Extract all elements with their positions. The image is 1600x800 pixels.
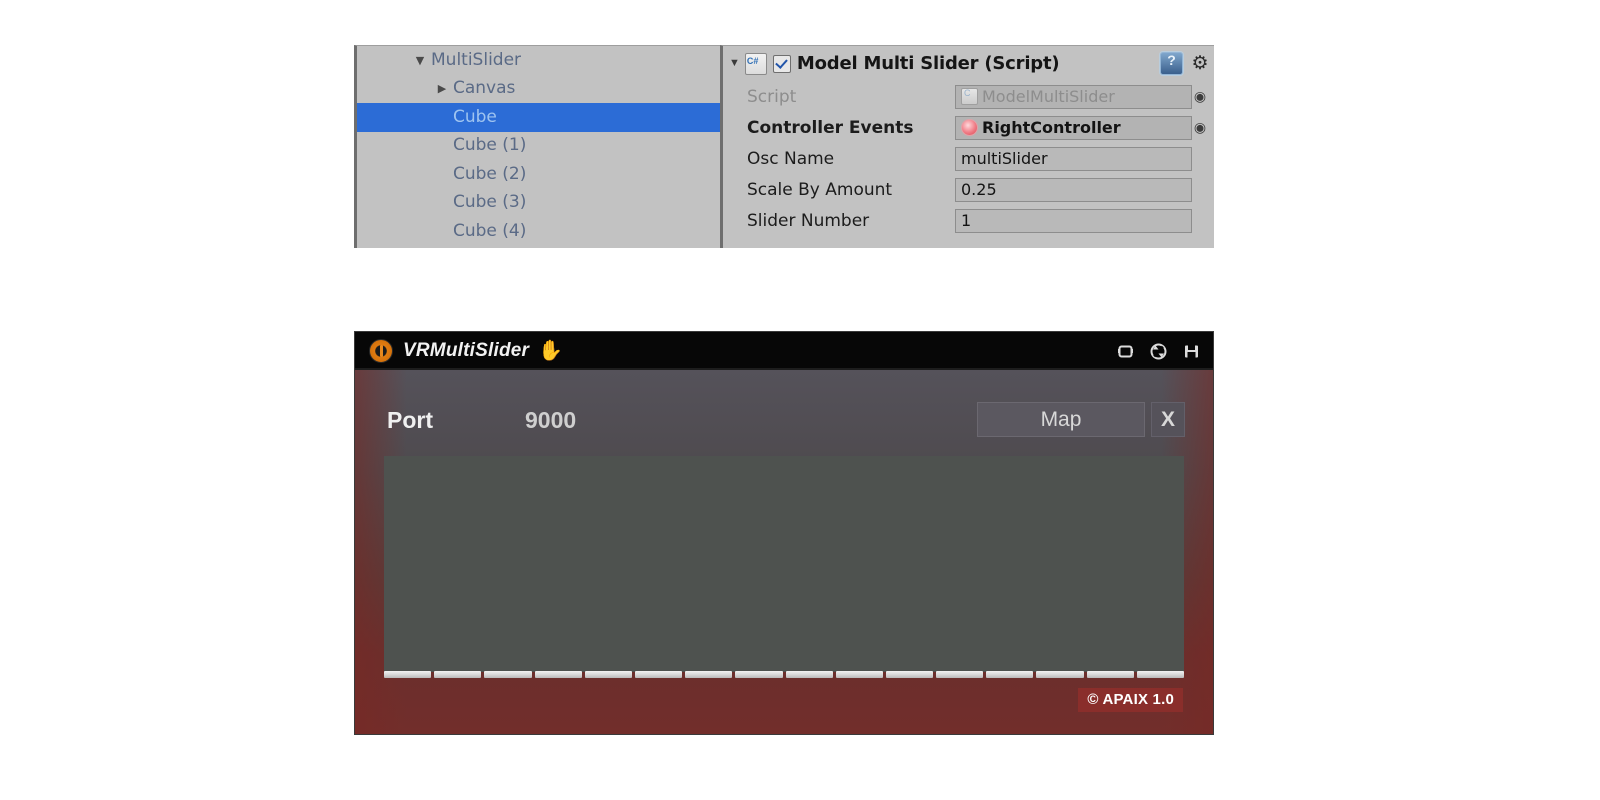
hierarchy-item-canvas[interactable]: ▶ Canvas — [357, 75, 720, 104]
titlebar-icons — [1116, 342, 1201, 361]
slider-segment[interactable] — [1086, 671, 1134, 678]
hierarchy-item-label: Cube (3) — [453, 192, 527, 213]
hierarchy-item-label: MultiSlider — [431, 49, 522, 70]
property-label: Controller Events — [747, 117, 914, 138]
slider-track[interactable] — [384, 671, 1184, 678]
slider-segment[interactable] — [936, 671, 984, 678]
property-value: 1 — [961, 211, 972, 230]
controller-events-object-field[interactable]: RightController — [955, 115, 1192, 140]
hierarchy-item-label: Cube (1) — [453, 135, 527, 156]
scale-by-amount-input[interactable]: 0.25 — [955, 177, 1192, 202]
port-value[interactable]: 9000 — [525, 407, 576, 434]
map-button[interactable]: Map — [977, 402, 1145, 437]
slider-number-input[interactable]: 1 — [955, 208, 1192, 233]
hierarchy-item-cube-1[interactable]: Cube (1) — [357, 132, 720, 161]
slider-segment[interactable] — [434, 671, 482, 678]
property-row-script: Script ModelMultiSlider ◉ — [723, 81, 1214, 112]
slider-segment[interactable] — [685, 671, 733, 678]
slider-segment[interactable] — [735, 671, 783, 678]
slider-segment[interactable] — [484, 671, 532, 678]
hierarchy-panel: ▼ MultiSlider ▶ Canvas Cube Cube (1) Cub… — [354, 45, 720, 248]
script-asset-icon — [961, 88, 978, 105]
hierarchy-item-multislider[interactable]: ▼ MultiSlider — [357, 46, 720, 75]
slider-segment[interactable] — [885, 671, 934, 678]
property-value: 0.25 — [961, 180, 997, 199]
slider-canvas[interactable] — [384, 456, 1184, 672]
slider-segment[interactable] — [835, 671, 883, 678]
close-button[interactable]: X — [1151, 402, 1185, 437]
hierarchy-item-label: Cube (4) — [453, 220, 527, 241]
hierarchy-item-label: Canvas — [453, 78, 516, 99]
osc-name-input[interactable]: multiSlider — [955, 146, 1192, 171]
slider-segment[interactable] — [986, 671, 1034, 678]
prefab-icon — [961, 119, 978, 136]
property-value: RightController — [982, 118, 1121, 137]
vrmultislider-window: VRMultiSlider ✋ Port 9000 Map X © APAIX … — [354, 331, 1214, 735]
property-row-slider-number: Slider Number 1 — [723, 205, 1214, 236]
component-header: ▼ Model Multi Slider (Script) ⚙ — [723, 46, 1214, 81]
hierarchy-item-cube-4[interactable]: Cube (4) — [357, 217, 720, 246]
help-icon[interactable] — [1160, 52, 1183, 75]
property-label: Slider Number — [747, 210, 870, 231]
component-enabled-checkbox[interactable] — [772, 54, 791, 73]
unity-editor-block: ▼ MultiSlider ▶ Canvas Cube Cube (1) Cub… — [354, 45, 1214, 248]
property-row-controller-events: Controller Events RightController ◉ — [723, 112, 1214, 143]
gear-icon[interactable]: ⚙ — [1190, 53, 1210, 74]
save-icon[interactable] — [1182, 342, 1201, 361]
property-label: Script — [747, 86, 797, 107]
slider-segment[interactable] — [785, 671, 833, 678]
port-label: Port — [387, 406, 433, 433]
window-title: VRMultiSlider — [403, 340, 530, 361]
property-row-scale-by-amount: Scale By Amount 0.25 — [723, 174, 1214, 205]
property-value: ModelMultiSlider — [982, 87, 1115, 106]
slider-segment[interactable] — [1036, 671, 1084, 678]
slider-segment[interactable] — [634, 671, 683, 678]
slider-segment[interactable] — [384, 671, 432, 678]
chevron-right-icon[interactable]: ▶ — [435, 83, 449, 94]
object-picker-icon[interactable]: ◉ — [1192, 90, 1208, 104]
window-titlebar[interactable]: VRMultiSlider ✋ — [355, 332, 1213, 370]
property-label: Osc Name — [747, 148, 835, 169]
window-body: Port 9000 Map X © APAIX 1.0 — [355, 370, 1213, 734]
chevron-down-icon[interactable]: ▼ — [729, 58, 740, 69]
copyright-badge: © APAIX 1.0 — [1078, 688, 1183, 712]
chevron-down-icon[interactable]: ▼ — [413, 55, 427, 66]
property-row-osc-name: Osc Name multiSlider — [723, 143, 1214, 174]
component-title: Model Multi Slider (Script) — [796, 53, 1060, 74]
hand-icon[interactable]: ✋ — [538, 341, 563, 361]
inspector-panel: ▼ Model Multi Slider (Script) ⚙ Script M… — [720, 45, 1214, 248]
port-row: Port 9000 Map X — [355, 396, 1213, 444]
script-object-field[interactable]: ModelMultiSlider — [955, 84, 1192, 109]
hierarchy-item-cube-2[interactable]: Cube (2) — [357, 160, 720, 189]
object-picker-icon[interactable]: ◉ — [1192, 121, 1208, 135]
hierarchy-item-label: Cube (2) — [453, 163, 527, 184]
component-header-icons: ⚙ — [1160, 52, 1214, 75]
hierarchy-item-cube[interactable]: Cube — [357, 103, 720, 132]
slider-segment[interactable] — [584, 671, 632, 678]
window-icon[interactable] — [1116, 342, 1135, 361]
slider-segment[interactable] — [534, 671, 582, 678]
property-value: multiSlider — [961, 149, 1048, 168]
csharp-script-icon — [744, 52, 767, 75]
orange-info-icon — [369, 339, 393, 363]
hierarchy-item-cube-3[interactable]: Cube (3) — [357, 189, 720, 218]
property-label: Scale By Amount — [747, 179, 893, 200]
hierarchy-item-label: Cube — [453, 106, 497, 127]
slider-segment[interactable] — [1136, 671, 1184, 678]
refresh-icon[interactable] — [1149, 342, 1168, 361]
